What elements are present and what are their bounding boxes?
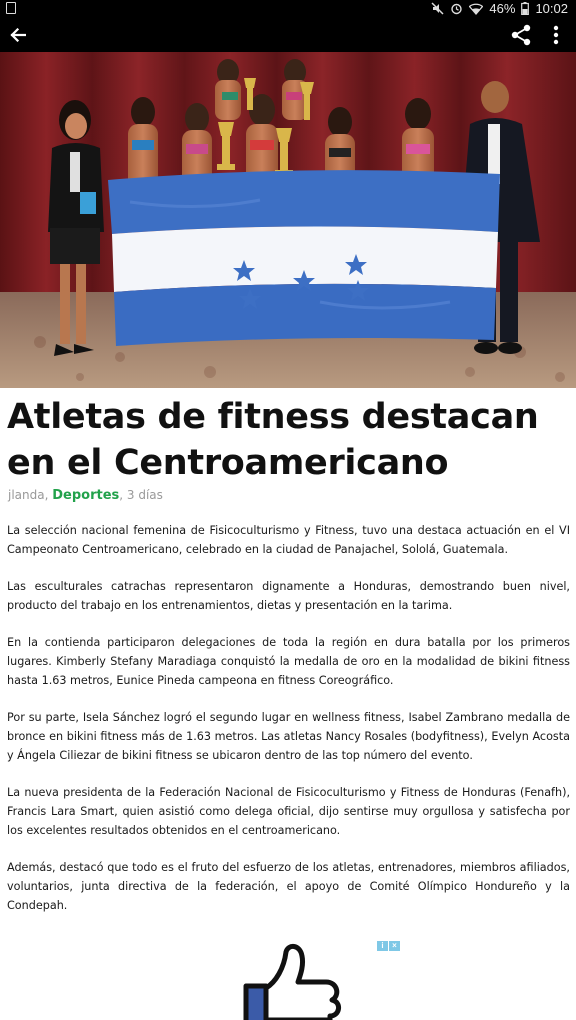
article-title-line-1: Atletas de fitness destacan xyxy=(7,397,539,437)
advertisement[interactable]: i × xyxy=(176,938,402,1020)
more-vert-icon xyxy=(553,25,559,45)
article-body: La selección nacional femenina de Fisico… xyxy=(7,521,570,933)
article-title-line-2: en el Centroamericano xyxy=(7,443,449,483)
clock: 10:02 xyxy=(535,1,568,16)
battery-percent: 46% xyxy=(489,1,516,16)
ad-info-icon[interactable]: i xyxy=(377,941,388,951)
article-hero-image xyxy=(0,52,576,388)
status-right: 46% 10:02 xyxy=(431,1,568,16)
status-bar: 46% 10:02 xyxy=(0,0,576,18)
share-icon xyxy=(511,24,531,46)
overflow-menu-button[interactable] xyxy=(544,21,568,49)
ad-choices-badge[interactable]: i × xyxy=(377,941,400,951)
article-paragraph: Las esculturales catrachas representaron… xyxy=(7,580,570,612)
article-paragraph: Por su parte, Isela Sánchez logró el seg… xyxy=(7,711,570,762)
back-button[interactable] xyxy=(4,21,32,49)
share-button[interactable] xyxy=(506,21,536,49)
battery-icon xyxy=(521,2,530,15)
author-name: jlanda xyxy=(8,488,45,502)
ad-close-icon[interactable]: × xyxy=(389,941,400,951)
article-paragraph: La nueva presidenta de la Federación Nac… xyxy=(7,786,570,837)
article-paragraph: En la contienda participaron delegacione… xyxy=(7,636,570,687)
back-arrow-icon xyxy=(10,28,26,42)
category-link[interactable]: Deportes xyxy=(52,488,119,503)
article-age: , 3 días xyxy=(119,488,163,502)
app-bar xyxy=(0,18,576,52)
hero-photo xyxy=(0,52,576,388)
article-paragraph: La selección nacional femenina de Fisico… xyxy=(7,524,570,556)
thumbs-up-icon xyxy=(243,944,341,1020)
article-byline: jlanda, Deportes, 3 días xyxy=(8,488,163,503)
article-title: Atletas de fitness destacan en el Centro… xyxy=(7,394,567,486)
wifi-icon xyxy=(469,3,484,15)
screenshot-notification-icon xyxy=(6,2,16,14)
article-paragraph: Además, destacó que todo es el fruto del… xyxy=(7,861,570,912)
alarm-icon xyxy=(451,3,463,15)
mute-icon xyxy=(431,2,444,15)
honduras-flag xyxy=(108,170,500,346)
